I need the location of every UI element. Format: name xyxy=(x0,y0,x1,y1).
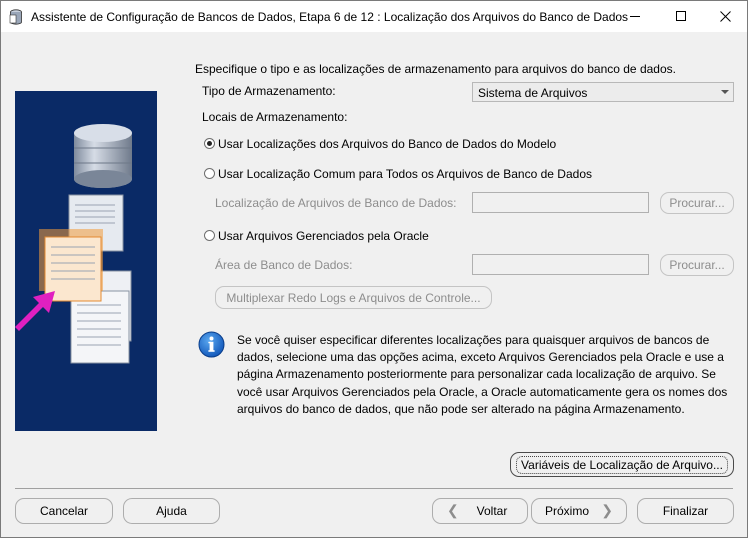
minimize-button[interactable] xyxy=(612,1,658,32)
maximize-icon xyxy=(675,11,686,21)
wizard-illustration xyxy=(15,91,157,431)
back-button[interactable]: ❮ Voltar xyxy=(432,498,528,524)
common-location-field[interactable] xyxy=(472,192,649,213)
intro-text: Especifique o tipo e as localizações de … xyxy=(195,62,676,76)
highlighted-document-icon xyxy=(39,229,103,302)
option-template-label[interactable]: Usar Localizações dos Arquivos do Banco … xyxy=(218,137,556,151)
file-location-variables-label: Variáveis de Localização de Arquivo... xyxy=(516,455,728,474)
database-app-icon xyxy=(9,9,22,25)
radio-oracle-managed[interactable] xyxy=(204,230,215,241)
db-area-field[interactable] xyxy=(472,254,649,275)
option-common-label[interactable]: Usar Localização Comum para Todos os Arq… xyxy=(218,167,592,181)
browse-button-1[interactable]: Procurar... xyxy=(660,192,734,214)
option-omf-label[interactable]: Usar Arquivos Gerenciados pela Oracle xyxy=(218,229,429,243)
chevron-right-icon: ❯ xyxy=(601,502,613,518)
window-title: Assistente de Configuração de Bancos de … xyxy=(31,10,629,24)
close-icon xyxy=(719,11,731,22)
dbca-window: Assistente de Configuração de Bancos de … xyxy=(0,0,748,538)
footer-separator xyxy=(15,488,733,489)
next-label: Próximo xyxy=(544,504,589,518)
close-button[interactable] xyxy=(702,1,748,32)
title-bar: Assistente de Configuração de Bancos de … xyxy=(1,1,747,32)
next-button[interactable]: Próximo ❯ xyxy=(531,498,627,524)
minimize-icon xyxy=(629,16,640,17)
chevron-down-icon xyxy=(721,90,729,94)
maximize-button[interactable] xyxy=(658,1,704,32)
db-area-label: Área de Banco de Dados: xyxy=(215,258,353,272)
chevron-left-icon: ❮ xyxy=(447,502,459,518)
storage-type-select[interactable]: Sistema de Arquivos xyxy=(472,82,734,102)
info-icon xyxy=(198,331,225,358)
arrow-icon xyxy=(15,291,55,331)
multiplex-button[interactable]: Multiplexar Redo Logs e Arquivos de Cont… xyxy=(215,286,492,309)
common-location-label: Localização de Arquivos de Banco de Dado… xyxy=(215,196,457,210)
file-location-variables-button[interactable]: Variáveis de Localização de Arquivo... xyxy=(510,452,734,477)
finish-button[interactable]: Finalizar xyxy=(637,498,734,524)
radio-common-location[interactable] xyxy=(204,168,215,179)
back-label: Voltar xyxy=(476,504,508,518)
database-cylinder-icon xyxy=(74,124,132,188)
info-message: Se você quiser especificar diferentes lo… xyxy=(237,333,728,416)
help-button[interactable]: Ajuda xyxy=(123,498,220,524)
storage-type-label: Tipo de Armazenamento: xyxy=(202,84,336,98)
radio-template-locations[interactable] xyxy=(204,138,215,149)
browse-button-2[interactable]: Procurar... xyxy=(660,254,734,276)
storage-locations-label: Locais de Armazenamento: xyxy=(202,110,348,124)
cancel-button[interactable]: Cancelar xyxy=(15,498,113,524)
storage-type-value: Sistema de Arquivos xyxy=(478,86,588,100)
